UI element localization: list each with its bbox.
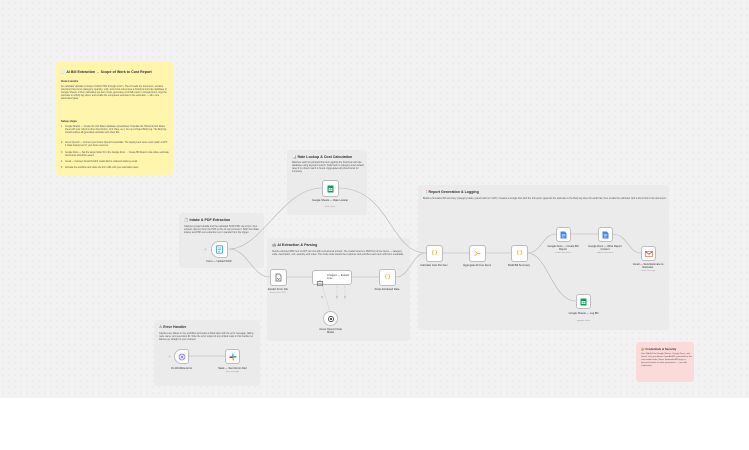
code-icon: { } [516,250,523,256]
slack-node-sublabel: post: message [225,371,240,373]
edge-summary-to-sheets-log [526,252,577,302]
google-docs-write-node[interactable] [598,227,613,242]
doc-write-node-sublabel: update: document [596,252,614,254]
ai-agent-label: AI Agent — Extract Line... [327,274,349,281]
error-trigger-node-label: On Workflow Error [170,367,193,370]
trigger-marker-icon: ⚡ [168,354,171,359]
slack-send-error-alert-node[interactable] [225,349,240,364]
robot-icon [316,274,324,286]
doc-create-node-sublabel: create: document [554,252,572,254]
google-sheets-log-bill-node[interactable] [576,294,591,309]
google-docs-create-node[interactable] [556,227,571,242]
openai-node-label: Azure OpenAI Chat Model [319,328,342,334]
slack-node-label: Slack — Send Error Alert [218,367,247,370]
azure-openai-chat-model-node[interactable] [323,311,338,326]
sheets-rate-node-sublabel: read: sheet [324,206,336,208]
sheets-log-node-sublabel: append: sheet [576,320,591,322]
slack-icon [228,352,237,361]
file-icon [274,273,283,282]
openai-icon [326,314,335,323]
build-bill-summary-node[interactable]: { } [511,245,528,262]
sheets-rate-node-label: Google Sheets — Rate Lookup [312,199,348,202]
aggregate-icon [473,249,482,258]
extract-from-file-node[interactable] [270,269,287,286]
code-icon: { } [384,274,391,280]
gmail-node-sublabel: send: message [640,270,656,272]
google-sheets-rate-lookup-node[interactable] [322,180,339,197]
workflow-canvas[interactable]: 🧾 AI Bill Extraction → Scope of Work to … [0,0,749,398]
aggregate-all-line-items-node[interactable] [469,245,486,262]
edge-sheets-to-calc [337,187,427,254]
parse-extracted-data-node[interactable]: { } [379,269,396,286]
calculate-cost-per-item-node[interactable]: { } [426,245,443,262]
parse-node-label: Parse Extracted Data [374,288,400,291]
form-upload-sow-node[interactable] [211,241,228,258]
edge-form-to-extract [228,248,271,278]
ai-agent-node[interactable]: AI Agent — Extract Line... [312,270,352,286]
docs-icon [601,230,610,239]
docs-icon [559,230,568,239]
calc-node-label: Calculate Cost Per Item [420,264,448,267]
aggregate-node-label: Aggregate All Line Items [462,264,492,267]
trigger-marker-icon: ⚡ [204,247,207,252]
on-workflow-error-node[interactable] [174,349,189,364]
sheets-icon [326,184,335,193]
summary-node-label: Build Bill Summary [508,264,530,267]
form-node-label: Form — Upload SOW [206,260,232,263]
edge-form-to-sheets-rate [228,187,323,250]
code-icon: { } [431,250,438,256]
gmail-icon [644,249,653,258]
agent-port [321,296,323,298]
gmail-node-label: Gmail — Send Estimate to Estimator [632,263,664,269]
sheets-icon [579,297,588,306]
agent-port [336,296,338,298]
error-trigger-icon [177,352,186,361]
form-icon [215,245,224,254]
extract-node-sublabel: Extract from PDF [270,291,286,294]
sheets-log-node-label: Google Sheets — Log Bill [568,312,599,315]
gmail-send-estimate-node[interactable] [641,246,656,261]
doc-write-node-label: Google Docs — Write Report Content [588,245,622,251]
doc-create-node-label: Google Docs — Create Bill Report [547,245,579,251]
connections-layer [189,187,642,357]
edge-openai-to-agent [321,284,331,313]
agent-port [344,296,346,298]
